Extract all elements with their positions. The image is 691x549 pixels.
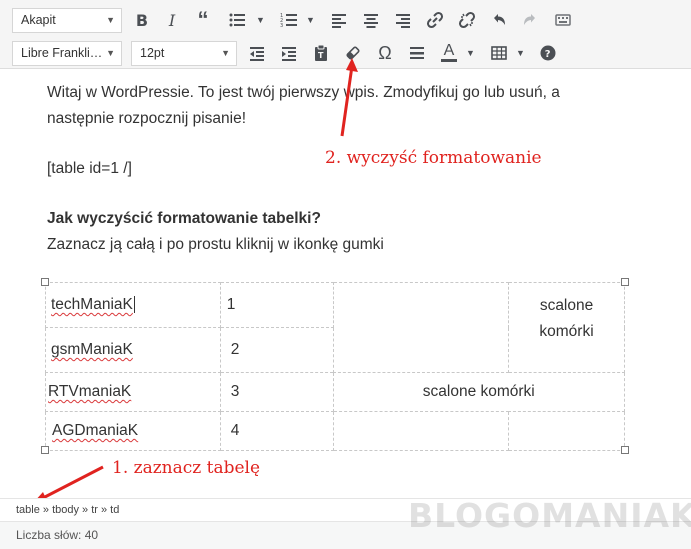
chevron-down-icon: ▼: [221, 48, 230, 58]
bullet-list-icon[interactable]: [224, 7, 250, 33]
resize-handle[interactable]: [41, 446, 49, 454]
merged-cell[interactable]: scalone komórki: [332, 372, 626, 412]
font-family-select[interactable]: Libre Frankli… ▼: [12, 41, 122, 66]
align-center-icon[interactable]: [358, 7, 384, 33]
table-row: RTVmaniaK 3 scalone komórki: [45, 372, 626, 412]
table-cell[interactable]: techManiaK: [45, 282, 221, 328]
paste-text-icon[interactable]: T: [308, 40, 334, 66]
instruction-paragraph: Zaznacz ją całą i po prostu kliknij w ik…: [47, 236, 384, 253]
element-path[interactable]: table » tbody » tr » td: [16, 504, 119, 516]
word-count: Liczba słów: 40: [16, 528, 99, 542]
table-cell-empty[interactable]: [332, 411, 510, 451]
unlink-icon[interactable]: [454, 7, 480, 33]
table-cell[interactable]: RTVmaniaK: [45, 372, 221, 412]
horizontal-line-icon[interactable]: [404, 40, 430, 66]
editor-content[interactable]: Witaj w WordPressie. To jest twój pierws…: [0, 70, 691, 498]
font-family-value: Libre Frankli…: [21, 46, 103, 60]
bullet-list-dropdown-icon[interactable]: ▼: [256, 15, 265, 25]
table-dropdown-icon[interactable]: ▼: [516, 48, 525, 58]
text-color-icon[interactable]: A: [436, 40, 462, 66]
paragraph-format-value: Akapit: [21, 13, 56, 27]
clear-formatting-icon[interactable]: [340, 40, 366, 66]
paragraph-format-select[interactable]: Akapit ▼: [12, 8, 122, 33]
help-icon[interactable]: ?: [535, 40, 561, 66]
italic-icon[interactable]: I: [159, 7, 185, 33]
intro-paragraph-line2: następnie rozpocznij pisanie!: [47, 110, 247, 127]
table-icon[interactable]: [486, 40, 512, 66]
outdent-icon[interactable]: [244, 40, 270, 66]
undo-icon[interactable]: [486, 7, 512, 33]
section-heading: Jak wyczyścić formatowanie tabelki?: [47, 210, 321, 227]
link-icon[interactable]: [422, 7, 448, 33]
align-left-icon[interactable]: [326, 7, 352, 33]
table-cell-empty[interactable]: [508, 411, 625, 451]
annotation-step2: 2. wyczyść formatowanie: [325, 148, 542, 168]
font-size-select[interactable]: 12pt ▼: [131, 41, 237, 66]
bold-icon[interactable]: B: [129, 7, 155, 33]
resize-handle[interactable]: [621, 278, 629, 286]
table-cell[interactable]: 1: [219, 282, 334, 328]
redo-icon[interactable]: [517, 7, 543, 33]
annotation-step1: 1. zaznacz tabelę: [112, 458, 261, 478]
blockquote-icon[interactable]: “: [190, 7, 216, 33]
align-right-icon[interactable]: [390, 7, 416, 33]
special-character-icon[interactable]: Ω: [372, 40, 398, 66]
resize-handle[interactable]: [621, 446, 629, 454]
chevron-down-icon: ▼: [106, 15, 115, 25]
table-shortcode: [table id=1 /]: [47, 160, 132, 177]
intro-paragraph-line1: Witaj w WordPressie. To jest twój pierws…: [47, 84, 560, 101]
svg-text:3: 3: [280, 23, 283, 29]
blogomaniak-watermark: BLOGOMANIAK: [408, 496, 691, 535]
table-cell-empty[interactable]: [332, 282, 510, 373]
svg-text:T: T: [318, 51, 324, 60]
numbered-list-icon[interactable]: 123: [276, 7, 302, 33]
text-color-dropdown-icon[interactable]: ▼: [466, 48, 475, 58]
chevron-down-icon: ▼: [106, 48, 115, 58]
indent-icon[interactable]: [276, 40, 302, 66]
merged-cell[interactable]: scalone komórki: [508, 282, 625, 373]
table-cell[interactable]: AGDmaniaK: [45, 411, 221, 451]
numbered-list-dropdown-icon[interactable]: ▼: [306, 15, 315, 25]
editor-toolbar: Akapit ▼ B I “ ▼ 123 ▼ Libre Frankli… ▼ …: [0, 0, 691, 69]
svg-text:?: ?: [545, 49, 551, 60]
table-row: AGDmaniaK 4: [45, 411, 625, 451]
keyboard-icon[interactable]: [550, 7, 576, 33]
table-cell[interactable]: 3: [219, 372, 334, 412]
font-size-value: 12pt: [140, 46, 165, 60]
table-cell[interactable]: 2: [219, 327, 334, 373]
table-cell[interactable]: gsmManiaK: [45, 327, 221, 373]
table-cell[interactable]: 4: [219, 411, 334, 451]
data-table[interactable]: techManiaK 1 scalone komórki gsmManiaK 2…: [45, 282, 626, 451]
table-row: techManiaK 1 scalone komórki: [45, 282, 625, 373]
resize-handle[interactable]: [41, 278, 49, 286]
